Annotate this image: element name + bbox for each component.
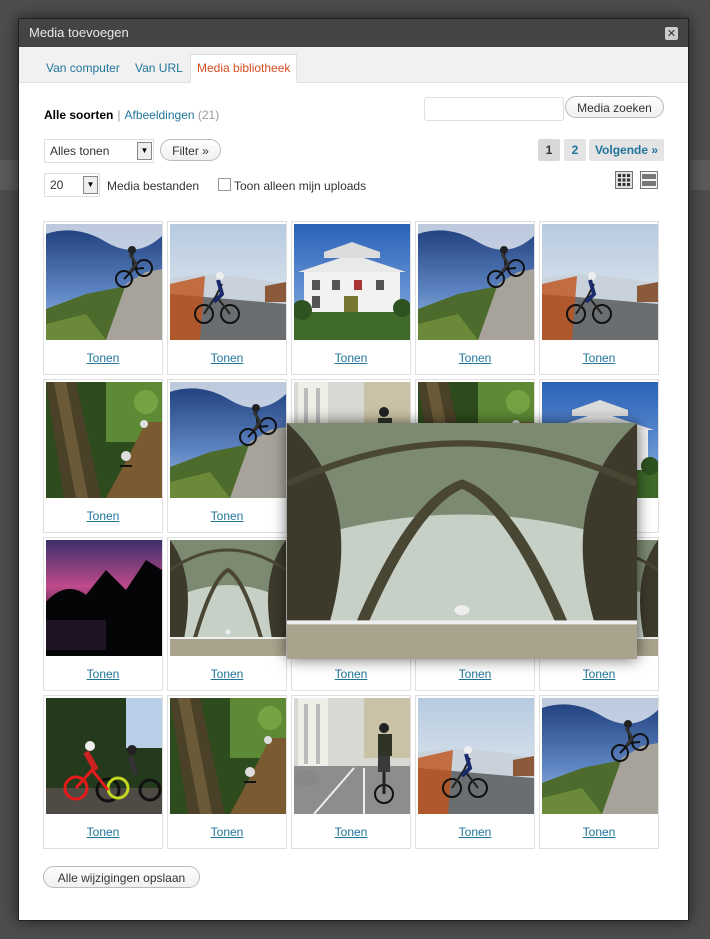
- search-media-button[interactable]: Media zoeken: [565, 96, 664, 118]
- modal-title: Media toevoegen: [29, 25, 129, 40]
- tab-from-url[interactable]: Van URL: [129, 55, 189, 81]
- media-item: Tonen: [167, 221, 287, 375]
- background-page: [0, 160, 18, 190]
- tab-media-library[interactable]: Media bibliotheek: [190, 54, 298, 83]
- page-1: 1: [538, 139, 560, 161]
- show-media-link[interactable]: Tonen: [540, 667, 658, 681]
- only-mine-label: Toon alleen mijn uploads: [234, 179, 367, 193]
- media-item: Tonen: [291, 695, 411, 849]
- show-media-link[interactable]: Tonen: [44, 509, 162, 523]
- per-page-select[interactable]: 20 ▼: [44, 173, 100, 197]
- media-thumbnail[interactable]: [170, 224, 286, 340]
- show-media-link[interactable]: Tonen: [44, 667, 162, 681]
- show-media-link[interactable]: Tonen: [168, 509, 286, 523]
- media-thumbnail[interactable]: [46, 224, 162, 340]
- modal-titlebar: Media toevoegen ✕: [19, 19, 688, 47]
- search-input[interactable]: [424, 97, 564, 121]
- filter-all-types[interactable]: Alle soorten: [44, 108, 113, 122]
- type-filters: Alle soorten | Afbeeldingen (21): [44, 108, 220, 122]
- media-thumbnail[interactable]: [294, 698, 410, 814]
- media-thumbnail[interactable]: [418, 698, 534, 814]
- show-all-select[interactable]: Alles tonen ▼: [44, 139, 154, 163]
- tab-bar: Van computer Van URL Media bibliotheek: [19, 47, 688, 83]
- show-media-link[interactable]: Tonen: [416, 667, 534, 681]
- media-thumbnail[interactable]: [46, 382, 162, 498]
- hover-preview-image: [287, 423, 637, 659]
- show-media-link[interactable]: Tonen: [44, 825, 162, 839]
- per-page-label: Media bestanden: [107, 179, 200, 193]
- media-item: Tonen: [43, 695, 163, 849]
- media-thumbnail[interactable]: [46, 540, 162, 656]
- media-thumbnail[interactable]: [170, 698, 286, 814]
- close-icon[interactable]: ✕: [665, 27, 678, 40]
- filter-images[interactable]: Afbeeldingen: [124, 108, 194, 122]
- media-modal: Media toevoegen ✕ Van computer Van URL M…: [18, 18, 689, 921]
- media-thumbnail[interactable]: [542, 698, 658, 814]
- media-thumbnail[interactable]: [46, 698, 162, 814]
- media-item: Tonen: [415, 695, 535, 849]
- media-item: Tonen: [291, 221, 411, 375]
- show-media-link[interactable]: Tonen: [44, 351, 162, 365]
- chevron-down-icon: ▼: [83, 176, 98, 194]
- media-item: Tonen: [43, 221, 163, 375]
- show-media-link[interactable]: Tonen: [416, 351, 534, 365]
- background-page: [690, 160, 710, 190]
- page-2[interactable]: 2: [564, 139, 586, 161]
- show-media-link[interactable]: Tonen: [168, 351, 286, 365]
- media-thumbnail[interactable]: [294, 224, 410, 340]
- show-media-link[interactable]: Tonen: [292, 351, 410, 365]
- images-count: (21): [197, 108, 220, 122]
- grid-view-icon[interactable]: [615, 171, 633, 189]
- media-thumbnail[interactable]: [170, 382, 286, 498]
- tab-from-computer[interactable]: Van computer: [40, 55, 126, 81]
- media-item: Tonen: [167, 695, 287, 849]
- media-item: Tonen: [539, 695, 659, 849]
- filter-button[interactable]: Filter »: [160, 139, 221, 161]
- show-media-link[interactable]: Tonen: [292, 825, 410, 839]
- media-item: Tonen: [415, 221, 535, 375]
- media-thumbnail[interactable]: [418, 224, 534, 340]
- media-item: Tonen: [539, 221, 659, 375]
- media-thumbnail[interactable]: [170, 540, 286, 656]
- save-all-changes-button[interactable]: Alle wijzigingen opslaan: [43, 866, 200, 888]
- list-view-icon[interactable]: [640, 171, 658, 189]
- show-media-link[interactable]: Tonen: [168, 667, 286, 681]
- show-media-link[interactable]: Tonen: [540, 351, 658, 365]
- chevron-down-icon: ▼: [137, 142, 152, 160]
- show-media-link[interactable]: Tonen: [292, 667, 410, 681]
- media-item: Tonen: [43, 537, 163, 691]
- show-media-link[interactable]: Tonen: [416, 825, 534, 839]
- media-item: Tonen: [167, 379, 287, 533]
- only-mine-checkbox[interactable]: [218, 178, 231, 191]
- next-page-link[interactable]: Volgende »: [589, 139, 664, 161]
- media-item: Tonen: [167, 537, 287, 691]
- media-item: Tonen: [43, 379, 163, 533]
- show-media-link[interactable]: Tonen: [540, 825, 658, 839]
- media-thumbnail[interactable]: [542, 224, 658, 340]
- show-media-link[interactable]: Tonen: [168, 825, 286, 839]
